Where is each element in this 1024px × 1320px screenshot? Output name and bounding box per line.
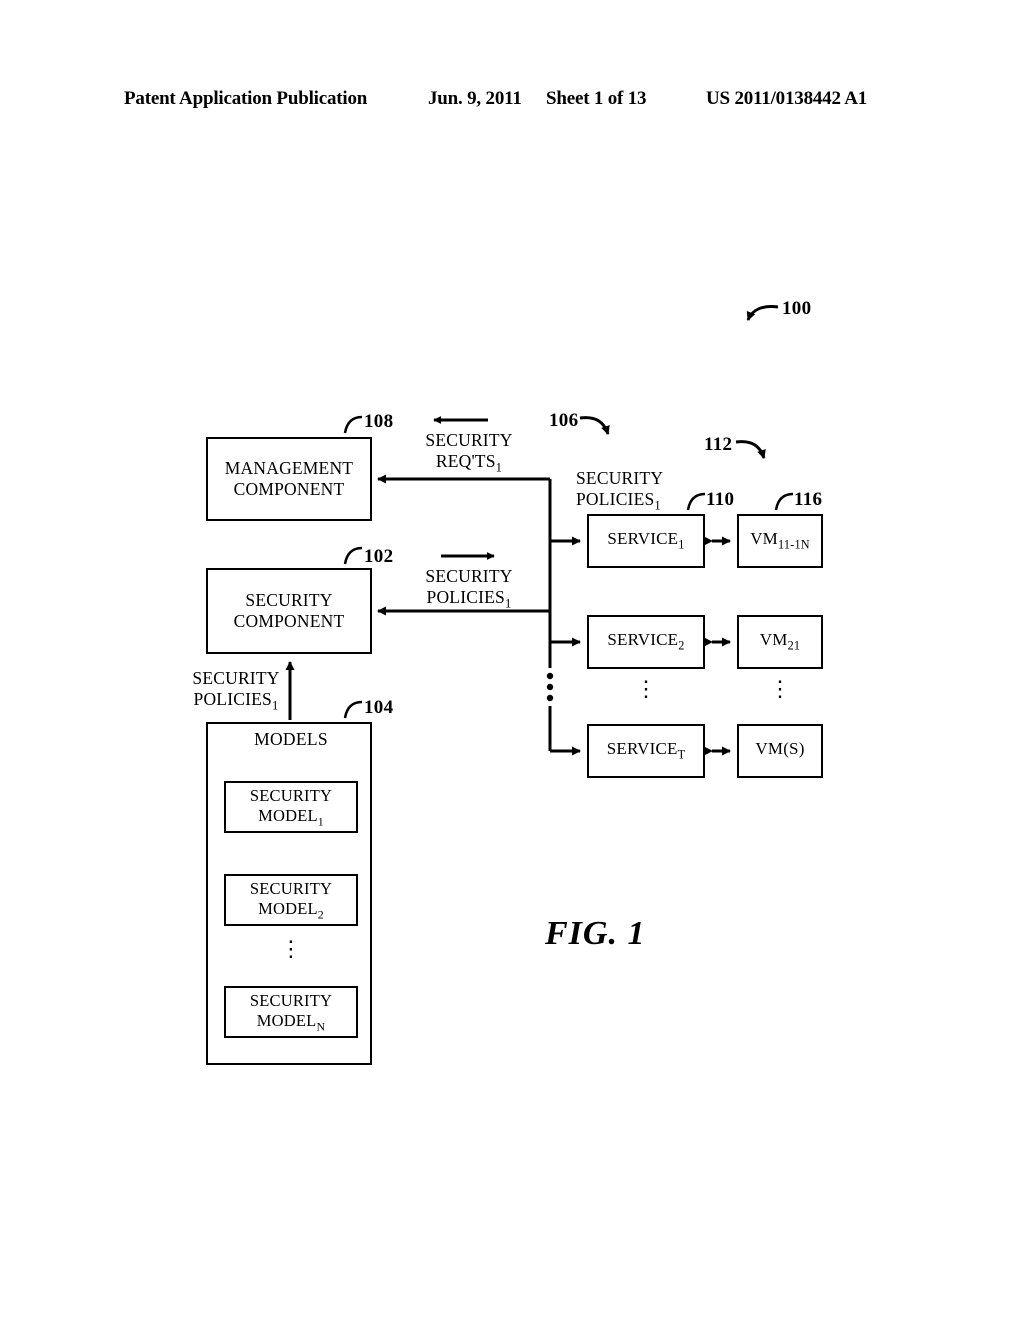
group-label-line2: POLICIES xyxy=(576,489,655,509)
patent-figure-1: 100 108 102 104 114 106 110 112 116 SECU… xyxy=(0,0,1024,1320)
reference-numeral-112: 112 xyxy=(704,434,733,455)
flow-label-line1: SECURITY xyxy=(192,668,280,688)
block-label-text: SERVICE xyxy=(606,739,678,759)
block-label-subscript: 11-1N xyxy=(777,537,810,552)
block-label-line1: SECURITY xyxy=(249,878,333,898)
block-label-line2-text: MODEL xyxy=(258,898,318,918)
models-vertical-ellipsis: ⋮ xyxy=(279,936,303,961)
block-label-line2: COMPONENT xyxy=(233,479,345,499)
block-label-line2-text: MODEL xyxy=(258,805,318,825)
flow-label-line2: REQ'TS xyxy=(435,451,496,471)
block-label-subscript: 2 xyxy=(678,638,685,653)
block-label-text: SERVICE xyxy=(607,529,679,549)
group-label-subscript: 1 xyxy=(654,498,661,513)
flow-label-subscript: 1 xyxy=(495,460,503,475)
block-security-model-1: SECURITY MODEL1 xyxy=(224,781,358,833)
block-label-line2: MODEL1 xyxy=(258,806,324,829)
flow-label-line1: SECURITY xyxy=(425,430,513,450)
vms-vertical-ellipsis: ⋮ xyxy=(769,676,791,701)
block-label-line1: SECURITY xyxy=(249,785,333,805)
flow-label-security-policies-mid: SECURITY POLICIES1 xyxy=(405,566,533,612)
reference-numeral-100: 100 xyxy=(782,298,812,319)
block-label-line2: MODEL2 xyxy=(258,899,324,922)
block-service-2: SERVICE2 xyxy=(587,615,705,669)
block-label-subscript: 2 xyxy=(317,906,324,921)
group-label-security-policies-services: SECURITY POLICIES1 xyxy=(576,468,700,514)
reference-numeral-110: 110 xyxy=(706,489,735,510)
flow-label-line1: SECURITY xyxy=(425,566,513,586)
block-management-component: MANAGEMENT COMPONENT xyxy=(206,437,372,521)
block-label-text: VM xyxy=(759,630,788,650)
block-label-text: VM(S) xyxy=(755,739,805,759)
block-security-model-n: SECURITY MODELN xyxy=(224,986,358,1038)
block-label-line2: MODELN xyxy=(257,1011,325,1034)
reference-numeral-106: 106 xyxy=(549,410,579,431)
group-label-line1: SECURITY xyxy=(576,468,664,488)
block-security-component: SECURITY COMPONENT xyxy=(206,568,372,654)
block-models-container: MODELS SECURITY MODEL1 SECURITY MODEL2 ⋮… xyxy=(206,722,372,1065)
block-label-line2-text: MODEL xyxy=(256,1010,317,1030)
block-label-subscript: 1 xyxy=(678,537,685,552)
models-title: MODELS xyxy=(254,729,328,749)
block-security-model-2: SECURITY MODEL2 xyxy=(224,874,358,926)
block-label-subscript: 21 xyxy=(787,638,801,653)
reference-numeral-108: 108 xyxy=(364,411,394,432)
flow-label-subscript: 1 xyxy=(271,698,279,713)
block-label-text: SERVICE xyxy=(607,630,679,650)
reference-numeral-116: 116 xyxy=(794,489,823,510)
flow-label-line2: POLICIES xyxy=(426,587,505,607)
reference-numeral-102: 102 xyxy=(364,546,394,567)
block-label-subscript: T xyxy=(677,747,686,762)
block-vm-11-1n: VM11-1N xyxy=(737,514,823,568)
block-vm-s: VM(S) xyxy=(737,724,823,778)
block-vm-21: VM21 xyxy=(737,615,823,669)
block-label-line1: SECURITY xyxy=(249,990,333,1010)
block-service-t: SERVICET xyxy=(587,724,705,778)
block-label-subscript: N xyxy=(316,1018,326,1033)
figure-caption: FIG. 1 xyxy=(545,915,646,952)
flow-label-security-policies-models: SECURITY POLICIES1 xyxy=(170,668,302,714)
block-label-line1: SECURITY xyxy=(245,589,333,610)
services-vertical-ellipsis: ⋮ xyxy=(635,676,657,701)
block-label-line2: COMPONENT xyxy=(233,611,345,631)
block-label-subscript: 1 xyxy=(317,813,324,828)
flow-label-line2: POLICIES xyxy=(193,689,272,709)
flow-label-security-reqts: SECURITY REQ'TS1 xyxy=(405,430,533,476)
reference-numeral-104: 104 xyxy=(364,697,394,718)
block-service-1: SERVICE1 xyxy=(587,514,705,568)
flow-label-subscript: 1 xyxy=(504,596,512,611)
block-label-text: VM xyxy=(750,529,778,549)
block-label-line1: MANAGEMENT xyxy=(224,457,354,478)
connector-wires xyxy=(285,305,794,777)
